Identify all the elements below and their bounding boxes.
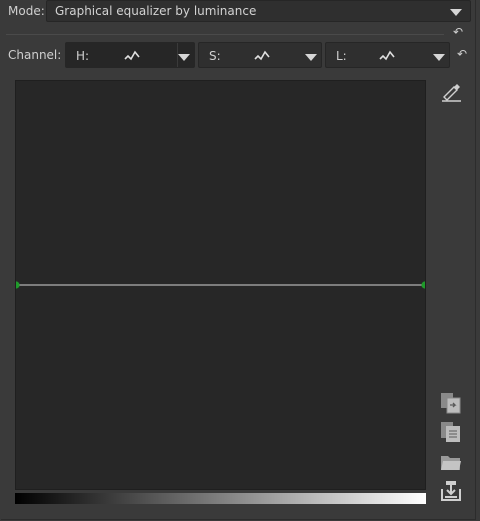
save-icon[interactable] xyxy=(440,480,462,502)
copy-icon[interactable] xyxy=(440,392,462,414)
channel-s-dropdown[interactable]: S: xyxy=(198,42,322,68)
curve-editor[interactable] xyxy=(15,80,426,490)
chevron-down-icon xyxy=(433,54,445,61)
curve-canvas[interactable] xyxy=(16,81,425,489)
chevron-down-icon xyxy=(305,54,317,61)
undo-icon[interactable]: ↶ xyxy=(453,26,463,38)
folder-open-icon[interactable] xyxy=(440,451,462,473)
chevron-down-icon[interactable] xyxy=(178,54,190,61)
luminance-gradient-bar xyxy=(15,493,426,504)
mode-value: Graphical equalizer by luminance xyxy=(55,4,257,18)
mode-label: Mode: xyxy=(8,4,45,18)
separator xyxy=(6,34,444,35)
paste-icon[interactable] xyxy=(440,421,462,443)
chevron-down-icon xyxy=(450,9,462,16)
curve-type-icon xyxy=(124,50,140,61)
curve-type-icon xyxy=(379,50,395,61)
curve-control-point xyxy=(421,281,425,289)
curve-type-icon xyxy=(254,50,270,61)
channel-l-dropdown[interactable]: L: xyxy=(325,42,450,68)
channel-l-label: L: xyxy=(336,49,347,63)
channel-h-dropdown[interactable]: H: xyxy=(65,42,195,68)
mode-dropdown[interactable]: Graphical equalizer by luminance xyxy=(46,0,471,22)
undo-icon[interactable]: ↶ xyxy=(457,48,467,60)
curve-control-point xyxy=(16,281,20,289)
channel-h-label: H: xyxy=(76,49,90,63)
channel-s-label: S: xyxy=(209,49,221,63)
channel-label: Channel: xyxy=(8,48,62,62)
color-picker-icon[interactable] xyxy=(440,80,462,102)
